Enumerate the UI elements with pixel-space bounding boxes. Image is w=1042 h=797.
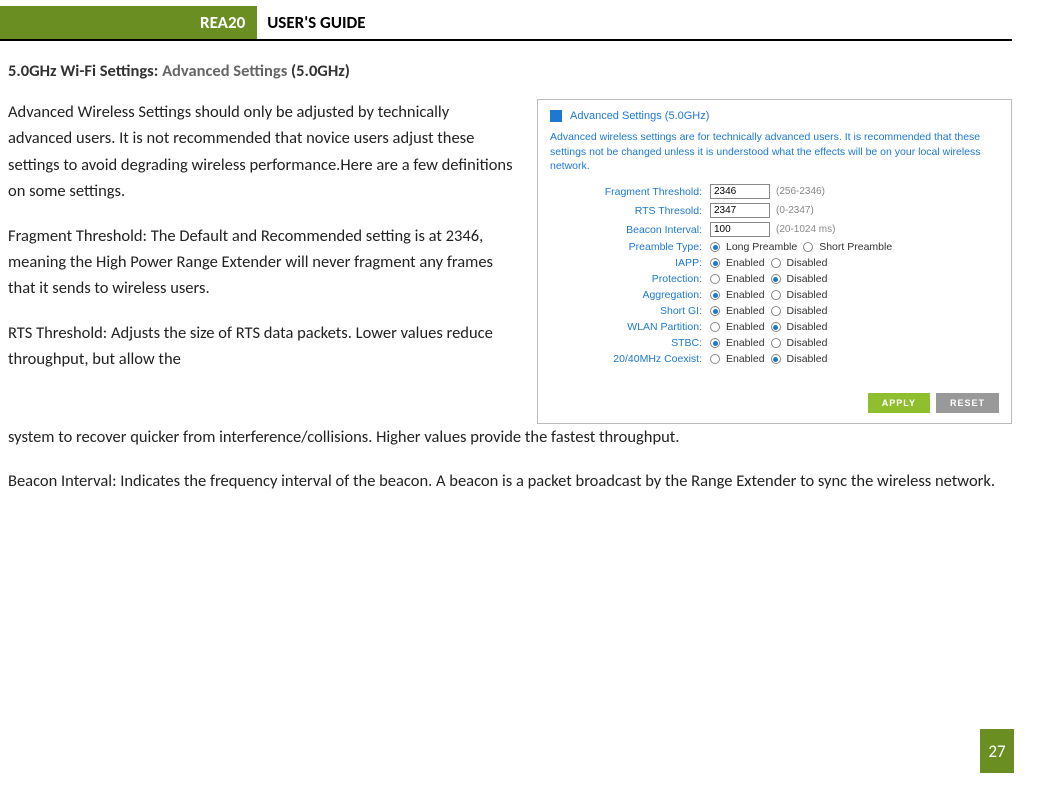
input-fragment[interactable] (710, 184, 770, 199)
paragraph-beacon: Beacon Interval: Indicates the frequency… (8, 468, 1012, 494)
label-fragment: Fragment Threshold: (550, 186, 710, 198)
paragraph-rts-b: system to recover quicker from interfere… (8, 424, 1012, 450)
radio-label-preamble-1: Long Preamble (726, 241, 797, 253)
label-beacon: Beacon Interval: (550, 224, 710, 236)
radio-iapp-1[interactable] (710, 258, 720, 268)
section-suffix: (5.0GHz) (291, 61, 350, 81)
label-aggregation: Aggregation: (550, 289, 710, 301)
radio-preamble-1[interactable] (710, 242, 720, 252)
radio-label-stbc-1: Enabled (726, 337, 765, 349)
section-title: 5.0GHz Wi-Fi Settings: Advanced Settings… (8, 61, 1012, 81)
radio-stbc-1[interactable] (710, 338, 720, 348)
hint-rts: (0-2347) (776, 205, 814, 216)
row-protection: Protection: Enabled Disabled (550, 273, 999, 285)
radio-aggregation-2[interactable] (771, 290, 781, 300)
paragraph-fragment: Fragment Threshold: The Default and Reco… (8, 223, 515, 302)
reset-button[interactable]: RESET (936, 393, 999, 413)
row-rts: RTS Thresold: (0-2347) (550, 203, 999, 218)
radio-wlan-2[interactable] (771, 322, 781, 332)
panel-title-icon (550, 110, 562, 122)
input-rts[interactable] (710, 203, 770, 218)
product-badge: REA20 (0, 6, 257, 39)
radio-label-protection-2: Disabled (787, 273, 828, 285)
radio-coexist-1[interactable] (710, 354, 720, 364)
radio-label-coexist-1: Enabled (726, 353, 765, 365)
input-beacon[interactable] (710, 222, 770, 237)
row-preamble: Preamble Type: Long Preamble Short Preambl… (550, 241, 999, 253)
page-content: 5.0GHz Wi-Fi Settings: Advanced Settings… (0, 41, 1042, 495)
row-fragment: Fragment Threshold: (256-2346) (550, 184, 999, 199)
radio-label-wlan-1: Enabled (726, 321, 765, 333)
radio-label-preamble-2: Short Preamble (819, 241, 892, 253)
radio-wlan-1[interactable] (710, 322, 720, 332)
radio-label-iapp-1: Enabled (726, 257, 765, 269)
radio-label-protection-1: Enabled (726, 273, 765, 285)
row-beacon: Beacon Interval: (20-1024 ms) (550, 222, 999, 237)
radio-label-iapp-2: Disabled (787, 257, 828, 269)
radio-stbc-2[interactable] (771, 338, 781, 348)
paragraph-rts-a: RTS Threshold: Adjusts the size of RTS d… (8, 320, 515, 373)
doc-title: USER'S GUIDE (257, 6, 375, 39)
radio-protection-2[interactable] (771, 274, 781, 284)
label-protection: Protection: (550, 273, 710, 285)
hint-beacon: (20-1024 ms) (776, 224, 835, 235)
radio-label-stbc-2: Disabled (787, 337, 828, 349)
radio-coexist-2[interactable] (771, 354, 781, 364)
radio-label-wlan-2: Disabled (787, 321, 828, 333)
apply-button[interactable]: APPLY (868, 393, 930, 413)
hint-fragment: (256-2346) (776, 186, 825, 197)
radio-shortgi-1[interactable] (710, 306, 720, 316)
row-coexist: 20/40MHz Coexist: Enabled Disabled (550, 353, 999, 365)
panel-description: Advanced wireless settings are for techn… (550, 130, 999, 174)
radio-label-aggregation-1: Enabled (726, 289, 765, 301)
radio-preamble-2[interactable] (803, 242, 813, 252)
settings-panel: Advanced Settings (5.0GHz) Advanced wire… (537, 99, 1012, 424)
radio-aggregation-1[interactable] (710, 290, 720, 300)
row-stbc: STBC: Enabled Disabled (550, 337, 999, 349)
row-iapp: IAPP: Enabled Disabled (550, 257, 999, 269)
text-column: Advanced Wireless Settings should only b… (8, 99, 515, 424)
section-grey: Advanced Settings (162, 61, 287, 81)
page-header: REA20 USER'S GUIDE (0, 6, 1012, 41)
radio-label-aggregation-2: Disabled (787, 289, 828, 301)
label-rts: RTS Thresold: (550, 205, 710, 217)
panel-title: Advanced Settings (5.0GHz) (570, 110, 709, 122)
label-coexist: 20/40MHz Coexist: (550, 353, 710, 365)
row-wlan: WLAN Partition: Enabled Disabled (550, 321, 999, 333)
radio-shortgi-2[interactable] (771, 306, 781, 316)
label-wlan: WLAN Partition: (550, 321, 710, 333)
radio-label-shortgi-2: Disabled (787, 305, 828, 317)
label-preamble: Preamble Type: (550, 241, 710, 253)
label-stbc: STBC: (550, 337, 710, 349)
label-shortgi: Short GI: (550, 305, 710, 317)
row-aggregation: Aggregation: Enabled Disabled (550, 289, 999, 301)
label-iapp: IAPP: (550, 257, 710, 269)
page-number: 27 (980, 729, 1014, 773)
radio-protection-1[interactable] (710, 274, 720, 284)
row-shortgi: Short GI: Enabled Disabled (550, 305, 999, 317)
section-prefix: 5.0GHz Wi-Fi Settings: (8, 61, 158, 81)
radio-label-shortgi-1: Enabled (726, 305, 765, 317)
radio-label-coexist-2: Disabled (787, 353, 828, 365)
radio-iapp-2[interactable] (771, 258, 781, 268)
paragraph-intro: Advanced Wireless Settings should only b… (8, 99, 515, 205)
